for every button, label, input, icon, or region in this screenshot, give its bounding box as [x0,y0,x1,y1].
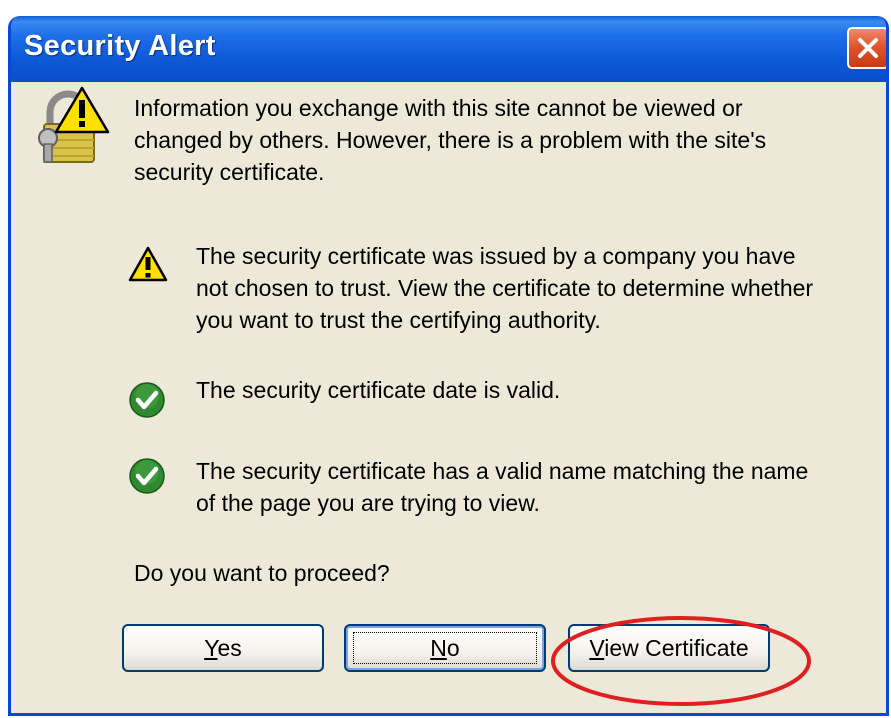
padlock-warning-icon [38,86,110,163]
intro-line: Information you exchange with this site … [134,95,743,121]
intro-line: security certificate. [134,159,325,185]
item-line: The security certificate has a valid nam… [196,458,809,484]
item-line: The security certificate date is valid. [196,377,561,403]
title-bar[interactable]: Security Alert [11,16,886,82]
certificate-trust-warning: The security certificate was issued by a… [196,240,866,336]
green-check-icon [129,382,165,418]
intro-line: changed by others. However, there is a p… [134,127,767,153]
dialog-title: Security Alert [24,30,216,62]
green-check-icon [129,458,165,494]
yes-button[interactable]: Yes [122,624,324,672]
proceed-question: Do you want to proceed? [134,560,390,586]
item-line: not chosen to trust. View the certificat… [196,275,814,301]
item-line: of the page you are trying to view. [196,490,540,516]
close-icon [858,38,878,58]
focus-rectangle [353,632,537,664]
view-mnemonic: V [589,635,605,661]
certificate-name-valid: The security certificate has a valid nam… [196,455,866,519]
view-label-rest: iew Certificate [604,635,749,661]
item-line: you want to trust the certifying authori… [196,307,601,333]
view-certificate-button[interactable]: View Certificate [568,624,770,672]
yes-label-rest: es [217,635,242,661]
yes-mnemonic: Y [204,635,218,661]
close-button[interactable] [847,27,886,69]
no-button[interactable]: No [344,624,546,672]
warning-triangle-icon [128,246,168,282]
item-line: The security certificate was issued by a… [196,243,796,269]
certificate-date-valid: The security certificate date is valid. [196,374,866,406]
intro-text: Information you exchange with this site … [134,92,834,188]
